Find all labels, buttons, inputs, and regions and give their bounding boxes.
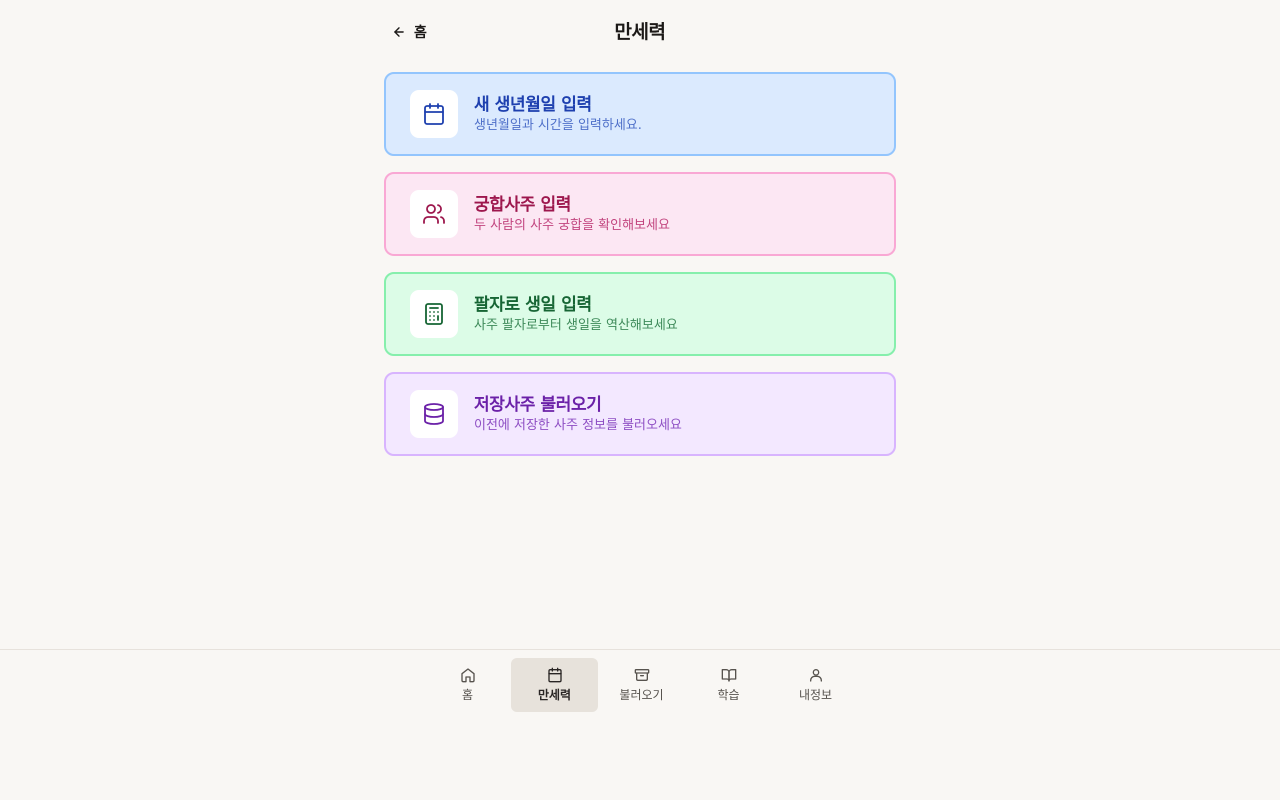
nav-label: 홈 bbox=[461, 688, 474, 702]
menu-cards: 새 생년월일 입력 생년월일과 시간을 입력하세요. 궁합사주 입력 두 사람의… bbox=[384, 72, 896, 456]
nav-item-learn[interactable]: 학습 bbox=[685, 658, 772, 712]
header: 홈 만세력 bbox=[384, 12, 896, 52]
calendar-icon bbox=[410, 90, 458, 138]
nav-label: 만세력 bbox=[537, 688, 572, 702]
nav-item-load[interactable]: 불러오기 bbox=[598, 658, 685, 712]
compatibility-card[interactable]: 궁합사주 입력 두 사람의 사주 궁합을 확인해보세요 bbox=[384, 172, 896, 256]
nav-label: 불러오기 bbox=[619, 688, 664, 702]
card-subtitle: 생년월일과 시간을 입력하세요. bbox=[474, 117, 642, 133]
new-birthdate-card[interactable]: 새 생년월일 입력 생년월일과 시간을 입력하세요. bbox=[384, 72, 896, 156]
calendar-icon bbox=[547, 667, 563, 683]
page: 홈 만세력 새 생년월일 입력 생년월일과 시간을 입력하세요. 궁합사주 입력… bbox=[0, 0, 1280, 800]
user-icon bbox=[808, 667, 824, 683]
calculator-icon bbox=[410, 290, 458, 338]
nav-item-manseryeok[interactable]: 만세력 bbox=[511, 658, 598, 712]
nav-label: 학습 bbox=[717, 688, 740, 702]
book-open-icon bbox=[721, 667, 737, 683]
database-icon bbox=[410, 390, 458, 438]
load-saved-card[interactable]: 저장사주 불러오기 이전에 저장한 사주 정보를 불러오세요 bbox=[384, 372, 896, 456]
card-title: 새 생년월일 입력 bbox=[474, 94, 592, 115]
home-icon bbox=[460, 667, 476, 683]
card-subtitle: 이전에 저장한 사주 정보를 불러오세요 bbox=[474, 417, 682, 433]
card-title: 저장사주 불러오기 bbox=[474, 394, 602, 415]
users-icon bbox=[410, 190, 458, 238]
bottom-nav: 홈 만세력 불러오기 학습 내정보 bbox=[0, 649, 1280, 800]
nav-item-profile[interactable]: 내정보 bbox=[772, 658, 859, 712]
archive-icon bbox=[634, 667, 650, 683]
card-title: 궁합사주 입력 bbox=[474, 194, 571, 215]
nav-item-home[interactable]: 홈 bbox=[424, 658, 511, 712]
card-subtitle: 사주 팔자로부터 생일을 역산해보세요 bbox=[474, 317, 678, 333]
card-subtitle: 두 사람의 사주 궁합을 확인해보세요 bbox=[474, 217, 670, 233]
palja-birthday-card[interactable]: 팔자로 생일 입력 사주 팔자로부터 생일을 역산해보세요 bbox=[384, 272, 896, 356]
card-title: 팔자로 생일 입력 bbox=[474, 294, 592, 315]
bottom-nav-items: 홈 만세력 불러오기 학습 내정보 bbox=[424, 658, 859, 712]
page-title: 만세력 bbox=[614, 21, 666, 43]
nav-label: 내정보 bbox=[798, 688, 833, 702]
